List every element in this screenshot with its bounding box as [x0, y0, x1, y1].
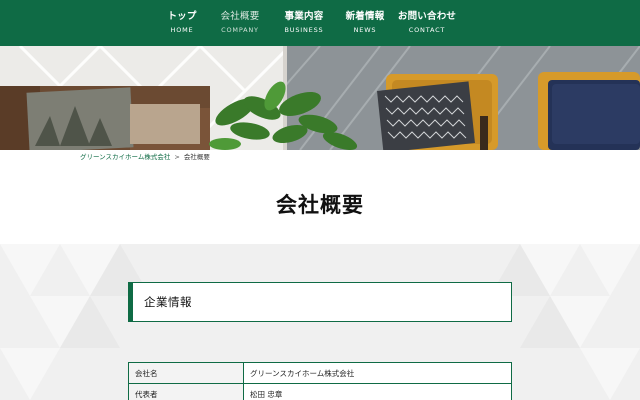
global-nav: トップ HOME 会社概要 COMPANY 事業内容 BUSINESS 新着情報… [158, 0, 458, 46]
hero-image [0, 46, 640, 150]
nav-item-sublabel: CONTACT [408, 26, 446, 34]
table-row: 会社名 グリーンスカイホーム株式会社 [128, 362, 512, 384]
nav-item-home[interactable]: トップ HOME [158, 0, 206, 46]
nav-item-label: 事業内容 [284, 11, 324, 22]
section-heading-company-info: 企業情報 [128, 282, 512, 322]
table-row-label: 会社名 [128, 362, 244, 384]
table-row-value: 松田 忠章 [243, 383, 512, 400]
nav-item-sublabel: HOME [170, 26, 194, 34]
nav-item-sublabel: COMPANY [221, 26, 259, 34]
breadcrumb-separator: > [174, 153, 180, 161]
nav-item-contact[interactable]: お問い合わせ CONTACT [396, 0, 458, 46]
content-section: 企業情報 会社名 グリーンスカイホーム株式会社 代表者 松田 忠章 [0, 244, 640, 400]
page-title-area: 会社概要 [0, 163, 640, 243]
table-row-label: 代表者 [128, 383, 244, 400]
nav-item-label: 新着情報 [345, 11, 385, 22]
nav-item-business[interactable]: 事業内容 BUSINESS [274, 0, 334, 46]
nav-item-company[interactable]: 会社概要 COMPANY [206, 0, 274, 46]
breadcrumb-home-link[interactable]: グリーンスカイホーム株式会社 [80, 151, 170, 163]
nav-item-sublabel: NEWS [353, 26, 377, 34]
breadcrumb-current: 会社概要 [183, 153, 210, 161]
site-header: トップ HOME 会社概要 COMPANY 事業内容 BUSINESS 新着情報… [0, 0, 640, 46]
nav-item-label: お問い合わせ [397, 11, 457, 22]
breadcrumb: グリーンスカイホーム株式会社 > 会社概要 [80, 151, 210, 163]
hero-interior-illustration [0, 46, 640, 150]
company-info-table: 会社名 グリーンスカイホーム株式会社 代表者 松田 忠章 [128, 362, 512, 400]
table-row: 代表者 松田 忠章 [128, 383, 512, 400]
page-title: 会社概要 [276, 193, 364, 217]
nav-item-sublabel: BUSINESS [284, 26, 324, 34]
nav-item-label: トップ [167, 11, 197, 22]
nav-item-label: 会社概要 [220, 11, 260, 22]
nav-item-news[interactable]: 新着情報 NEWS [334, 0, 396, 46]
section-heading-label: 企業情報 [144, 295, 192, 309]
table-row-value: グリーンスカイホーム株式会社 [243, 362, 512, 384]
